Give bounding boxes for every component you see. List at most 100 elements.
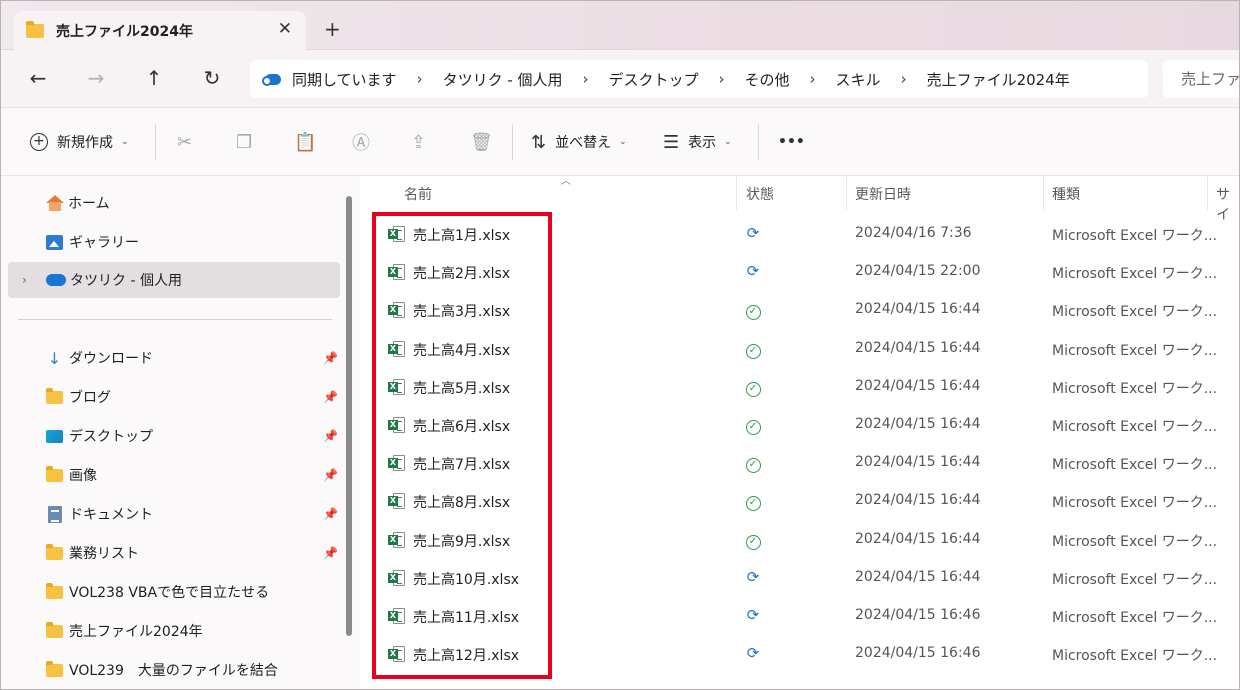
breadcrumb-desktop[interactable]: デスクトップ <box>609 69 699 90</box>
syncing-icon: ⟳ <box>746 644 760 663</box>
sidebar-item-downloads[interactable]: ↓ ダウンロード 📌 <box>8 340 340 376</box>
sidebar-item-pictures[interactable]: 画像 📌 <box>8 457 340 493</box>
close-tab-icon[interactable]: ✕ <box>278 19 292 39</box>
file-modified-date: 2024/04/15 22:00 <box>855 263 981 280</box>
file-name[interactable]: 売上高5月.xlsx <box>413 378 510 398</box>
refresh-button[interactable]: ↻ <box>200 66 224 90</box>
tab-current[interactable]: 売上ファイル2024年 ✕ <box>14 11 306 50</box>
sidebar-item-gallery[interactable]: ギャラリー <box>8 224 340 260</box>
sidebar-item-home[interactable]: ホーム <box>8 185 340 221</box>
file-row[interactable]: X 売上高11月.xlsx ⟳ 2024/04/15 16:46 Microsoft E… <box>360 597 1240 635</box>
column-header-status[interactable]: 状態 <box>746 184 774 204</box>
pin-icon[interactable]: 📌 <box>323 546 338 560</box>
excel-file-icon: X <box>388 264 405 281</box>
file-name[interactable]: 売上高11月.xlsx <box>413 607 519 627</box>
new-button[interactable]: + 新規作成 ⌄ <box>30 108 129 176</box>
cloud-sync-icon <box>262 72 282 86</box>
share-button[interactable]: ⇪ <box>411 108 426 176</box>
more-icon: ••• <box>778 134 805 150</box>
sidebar-scrollbar[interactable] <box>346 196 352 636</box>
breadcrumb-current-folder[interactable]: 売上ファイル2024年 <box>927 69 1070 90</box>
file-name[interactable]: 売上高7月.xlsx <box>413 454 510 474</box>
chevron-right-icon[interactable]: › <box>22 273 27 287</box>
pin-icon[interactable]: 📌 <box>323 429 338 443</box>
column-header-modified[interactable]: 更新日時 <box>855 184 911 204</box>
breadcrumb-separator-icon[interactable]: › <box>583 70 589 88</box>
column-divider[interactable] <box>736 176 737 210</box>
pin-icon[interactable]: 📌 <box>323 468 338 482</box>
sidebar-item-label: デスクトップ <box>69 429 153 445</box>
file-row[interactable]: X 売上高7月.xlsx ✓ 2024/04/15 16:44 Microsoft Ex… <box>360 444 1240 482</box>
file-row[interactable]: X 売上高3月.xlsx ✓ 2024/04/15 16:44 Microsoft Ex… <box>360 291 1240 329</box>
sidebar-item-vol239[interactable]: VOL239 大量のファイルを結合 <box>8 652 340 688</box>
download-icon: ↓ <box>47 348 62 368</box>
breadcrumb-skill[interactable]: スキル <box>836 69 881 90</box>
file-name[interactable]: 売上高2月.xlsx <box>413 263 510 283</box>
file-row[interactable]: X 売上高5月.xlsx ✓ 2024/04/15 16:44 Microsoft Ex… <box>360 368 1240 406</box>
back-button[interactable]: ← <box>26 66 50 90</box>
forward-button[interactable]: → <box>84 66 108 90</box>
more-options-button[interactable]: ••• <box>778 108 805 176</box>
syncing-icon: ⟳ <box>746 567 760 586</box>
file-row[interactable]: X 売上高1月.xlsx ⟳ 2024/04/16 7:36 Microsoft Exc… <box>360 215 1240 253</box>
divider <box>758 124 759 160</box>
paste-button[interactable]: 📋 <box>294 108 316 176</box>
column-divider[interactable] <box>846 176 847 210</box>
file-name[interactable]: 売上高3月.xlsx <box>413 301 510 321</box>
breadcrumb-other[interactable]: その他 <box>745 69 790 90</box>
sort-button[interactable]: ⇅ 並べ替え ⌄ <box>531 108 627 176</box>
synced-check-icon: ✓ <box>744 377 762 397</box>
file-name[interactable]: 売上高8月.xlsx <box>413 492 510 512</box>
sidebar-item-onedrive[interactable]: › タツリク - 個人用 <box>8 262 340 298</box>
file-modified-date: 2024/04/16 7:36 <box>855 225 972 241</box>
file-name[interactable]: 売上高10月.xlsx <box>413 569 519 589</box>
sidebar-item-blog[interactable]: ブログ 📌 <box>8 379 340 415</box>
rename-button[interactable]: Ⓐ <box>352 108 370 176</box>
breadcrumb-separator-icon[interactable]: › <box>417 70 423 88</box>
up-button[interactable]: ↑ <box>142 66 166 90</box>
search-input[interactable]: 売上ファ <box>1163 60 1240 98</box>
view-button[interactable]: ☰ 表示 ⌄ <box>663 108 732 176</box>
file-name[interactable]: 売上高4月.xlsx <box>413 340 510 360</box>
file-modified-date: 2024/04/15 16:44 <box>855 301 981 318</box>
sidebar-item-vol238[interactable]: VOL238 VBAで色で目立たせる <box>8 574 340 610</box>
copy-button[interactable]: ❐ <box>236 108 252 176</box>
pin-icon[interactable]: 📌 <box>323 390 338 404</box>
sidebar-item-sales-2024[interactable]: 売上ファイル2024年 <box>8 613 340 649</box>
file-type: Microsoft Excel ワーク... <box>1052 342 1218 359</box>
pin-icon[interactable]: 📌 <box>323 507 338 521</box>
file-type: Microsoft Excel ワーク... <box>1052 495 1218 512</box>
file-modified-date: 2024/04/15 16:44 <box>855 339 981 356</box>
divider <box>18 319 332 320</box>
file-row[interactable]: X 売上高4月.xlsx ✓ 2024/04/15 16:44 Microsoft Ex… <box>360 330 1240 368</box>
file-name[interactable]: 売上高6月.xlsx <box>413 416 510 436</box>
column-header-type[interactable]: 種類 <box>1052 184 1080 204</box>
column-header-name[interactable]: 名前 <box>404 184 432 204</box>
file-row[interactable]: X 売上高2月.xlsx ⟳ 2024/04/15 22:00 Microsoft Ex… <box>360 253 1240 291</box>
cut-button[interactable]: ✂ <box>177 108 192 176</box>
pin-icon[interactable]: 📌 <box>323 351 338 365</box>
breadcrumb-separator-icon[interactable]: › <box>719 70 725 88</box>
address-bar[interactable]: 同期しています › タツリク - 個人用 › デスクトップ › その他 › スキ… <box>250 60 1148 98</box>
delete-button[interactable]: 🗑 <box>470 108 493 176</box>
breadcrumb-onedrive[interactable]: タツリク - 個人用 <box>443 69 563 90</box>
column-divider[interactable] <box>1207 176 1208 210</box>
synced-check-icon: ✓ <box>744 339 762 359</box>
file-row[interactable]: X 売上高8月.xlsx ✓ 2024/04/15 16:44 Microsoft Ex… <box>360 482 1240 520</box>
file-row[interactable]: X 売上高6月.xlsx ✓ 2024/04/15 16:44 Microsoft Ex… <box>360 406 1240 444</box>
file-modified-date: 2024/04/15 16:44 <box>855 416 981 432</box>
file-row[interactable]: X 売上高12月.xlsx ⟳ 2024/04/15 16:46 Microsoft E… <box>360 635 1240 673</box>
sidebar-item-task-list[interactable]: 業務リスト 📌 <box>8 535 340 571</box>
file-row[interactable]: X 売上高9月.xlsx ✓ 2024/04/15 16:44 Microsoft Ex… <box>360 521 1240 559</box>
new-tab-button[interactable]: + <box>324 17 341 41</box>
file-name[interactable]: 売上高1月.xlsx <box>413 225 510 245</box>
sidebar-item-desktop[interactable]: デスクトップ 📌 <box>8 418 340 454</box>
column-divider[interactable] <box>1043 176 1044 210</box>
file-row[interactable]: X 売上高10月.xlsx ⟳ 2024/04/15 16:44 Microsoft E… <box>360 559 1240 597</box>
file-modified-date: 2024/04/15 16:44 <box>855 530 981 547</box>
sidebar-item-documents[interactable]: ドキュメント 📌 <box>8 496 340 532</box>
file-name[interactable]: 売上高9月.xlsx <box>413 531 510 551</box>
file-name[interactable]: 売上高12月.xlsx <box>413 645 519 665</box>
breadcrumb-separator-icon[interactable]: › <box>810 70 816 88</box>
breadcrumb-separator-icon[interactable]: › <box>901 70 907 88</box>
